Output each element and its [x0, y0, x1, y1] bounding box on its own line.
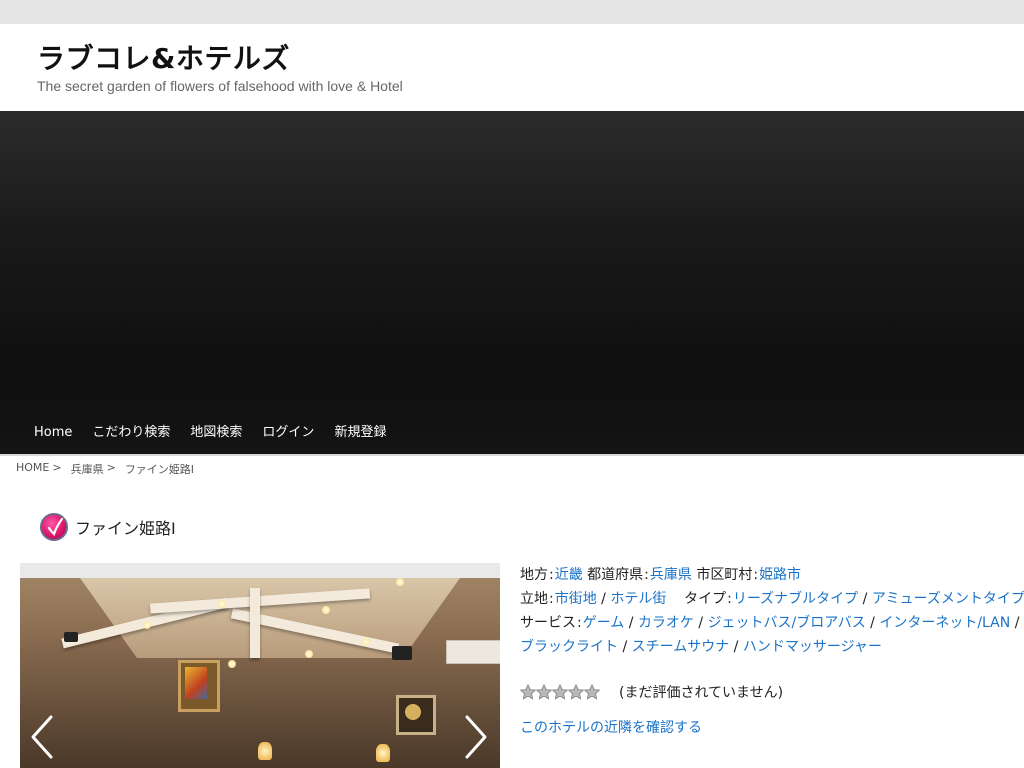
chevron-left-icon — [31, 715, 53, 759]
breadcrumb-home[interactable]: HOME — [16, 461, 49, 477]
rating-text: (まだ評価されていません) — [619, 685, 784, 701]
nav-item-advanced-search[interactable]: こだわり検索 — [82, 421, 180, 445]
hero-banner: Home こだわり検索 地図検索 ログイン 新規登録 — [0, 111, 1024, 454]
info-location-line: 立地:市街地 / ホテル街 タイプ:リーズナブルタイプ / アミューズメントタイ… — [520, 587, 1024, 611]
info-services-line: サービス:ゲーム / カラオケ / ジェットバス/ブロアバス / インターネット… — [520, 611, 1019, 635]
nav-item-register[interactable]: 新規登録 — [324, 421, 396, 445]
nav-item-login[interactable]: ログイン — [252, 421, 324, 445]
nav-item-map-search[interactable]: 地図検索 — [180, 421, 252, 445]
colon: : — [549, 567, 554, 583]
region-label: 地方 — [520, 567, 548, 583]
photo-lamp — [258, 742, 272, 760]
photo-light — [228, 660, 236, 668]
service-link-karaoke[interactable]: カラオケ — [638, 615, 694, 631]
service-link-internet[interactable]: インターネット/LAN — [879, 615, 1010, 631]
type-link-reasonable[interactable]: リーズナブルタイプ — [733, 591, 858, 607]
room-photo — [20, 578, 500, 768]
site-tagline: The secret garden of flowers of falsehoo… — [37, 78, 403, 94]
rating-stars[interactable] — [520, 684, 600, 700]
photo-light — [218, 600, 226, 608]
breadcrumb-separator: > — [52, 461, 62, 474]
info-services-line-2: ブラックライト / スチームサウナ / ハンドマッサージャー — [520, 635, 1010, 659]
photo-light — [322, 606, 330, 614]
main-nav: Home こだわり検索 地図検索 ログイン 新規登録 — [24, 421, 396, 445]
list-separator: / — [622, 639, 628, 655]
photo-air-conditioner — [446, 640, 500, 664]
list-separator: / — [1014, 615, 1020, 631]
city-link[interactable]: 姫路市 — [759, 567, 801, 583]
breadcrumb-prefecture[interactable]: 兵庫県 — [71, 461, 104, 477]
list-separator: / — [628, 615, 634, 631]
site-header: ラブコレ&ホテルズ The secret garden of flowers o… — [0, 24, 1024, 111]
location-link-hotel-district[interactable]: ホテル街 — [610, 591, 666, 607]
prefecture-label: 都道府県 — [587, 567, 644, 583]
hotel-logo-icon — [40, 513, 68, 541]
type-label: タイプ — [684, 591, 727, 607]
location-label: 立地 — [520, 591, 548, 607]
star-icon[interactable] — [520, 684, 536, 700]
nav-item-home[interactable]: Home — [24, 421, 82, 445]
photo-speaker — [64, 632, 78, 642]
list-separator: / — [862, 591, 868, 607]
service-link-steam-sauna[interactable]: スチームサウナ — [632, 639, 730, 655]
photo-slider[interactable] — [20, 563, 500, 768]
nearby-hotels-link[interactable]: このホテルの近隣を確認する — [520, 717, 702, 737]
site-title[interactable]: ラブコレ&ホテルズ — [37, 37, 290, 77]
list-separator: / — [601, 591, 606, 607]
top-bar — [0, 0, 1024, 24]
service-link-hand-massager[interactable]: ハンドマッサージャー — [743, 639, 882, 655]
photo-light — [362, 638, 370, 646]
star-icon[interactable] — [584, 684, 600, 700]
list-separator: / — [698, 615, 704, 631]
hero-divider — [0, 454, 1024, 456]
region-link[interactable]: 近畿 — [555, 567, 583, 583]
colon: : — [549, 591, 554, 607]
prefecture-link[interactable]: 兵庫県 — [650, 567, 692, 583]
photo-painting — [178, 660, 220, 712]
colon: : — [753, 567, 759, 583]
star-icon[interactable] — [552, 684, 568, 700]
colon: : — [727, 591, 732, 607]
photo-light — [396, 578, 404, 586]
photo-light — [305, 650, 313, 658]
breadcrumb-separator: > — [106, 461, 116, 474]
slider-prev-button[interactable] — [28, 713, 56, 761]
page-heading: ファイン姫路Ⅰ — [40, 513, 176, 541]
photo-wall-art — [396, 695, 436, 735]
rating: (まだ評価されていません) — [520, 682, 783, 702]
breadcrumb: HOME > 兵庫県 > ファイン姫路Ⅰ — [16, 461, 194, 477]
photo-light — [143, 621, 151, 629]
service-link-game[interactable]: ゲーム — [583, 615, 625, 631]
list-separator: / — [733, 639, 739, 655]
page-title: ファイン姫路Ⅰ — [75, 519, 176, 538]
city-label: 市区町村 — [696, 567, 753, 583]
photo-lamp — [376, 744, 390, 762]
slider-next-button[interactable] — [462, 713, 490, 761]
list-separator: / — [870, 615, 875, 631]
service-link-blacklight[interactable]: ブラックライト — [520, 639, 618, 655]
photo-speaker — [392, 646, 412, 660]
colon: : — [644, 567, 649, 583]
breadcrumb-current: ファイン姫路Ⅰ — [124, 463, 195, 476]
photo-beam — [250, 588, 260, 658]
star-icon[interactable] — [568, 684, 584, 700]
colon: : — [577, 615, 582, 631]
star-icon[interactable] — [536, 684, 552, 700]
service-link-jet-bath[interactable]: ジェットバス/ブロアバス — [708, 615, 866, 631]
location-link-downtown[interactable]: 市街地 — [555, 591, 597, 607]
hotel-info: 地方:近畿 都道府県:兵庫県 市区町村:姫路市 立地:市街地 / ホテル街 タイ… — [520, 563, 1024, 659]
info-region-line: 地方:近畿 都道府県:兵庫県 市区町村:姫路市 — [520, 563, 1010, 587]
services-label: サービス — [520, 615, 576, 631]
chevron-right-icon — [465, 715, 487, 759]
type-link-amusement[interactable]: アミューズメントタイプ — [872, 591, 1024, 607]
